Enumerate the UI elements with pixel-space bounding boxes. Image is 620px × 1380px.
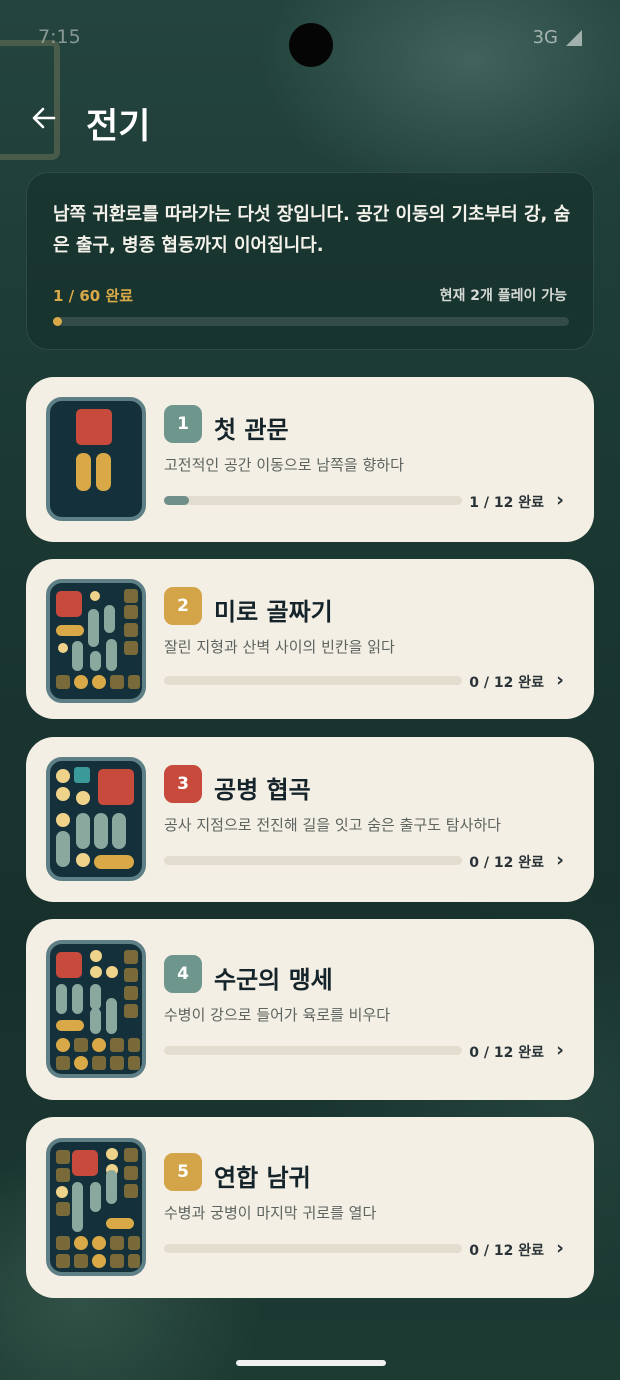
- chapter-progress-text: 0 / 12 완료: [469, 855, 544, 871]
- chapter-title: 첫 관문: [214, 416, 289, 444]
- chapter-progress-bar: [164, 1244, 462, 1253]
- chapter-title: 미로 골짜기: [214, 598, 333, 626]
- summary-progress-bar: [53, 317, 569, 326]
- chapter-subtitle: 잘린 지형과 산벽 사이의 빈칸을 읽다: [164, 638, 395, 656]
- chapter-thumbnail: [46, 1138, 146, 1276]
- chapter-thumbnail: [46, 397, 146, 521]
- chapter-number-badge: 1: [164, 405, 202, 443]
- signal-icon: [566, 30, 582, 46]
- network-label: 3G: [532, 27, 558, 48]
- chapter-card-2[interactable]: 2 미로 골짜기 잘린 지형과 산벽 사이의 빈칸을 읽다 0 / 12 완료 …: [26, 559, 594, 719]
- chevron-right-icon: ›: [556, 1237, 564, 1259]
- chevron-right-icon: ›: [556, 849, 564, 871]
- chapter-progress-bar: [164, 496, 462, 505]
- chapter-card-5[interactable]: 5 연합 남귀 수병과 궁병이 마지막 귀로를 열다 0 / 12 완료 ›: [26, 1117, 594, 1298]
- chapter-subtitle: 고전적인 공간 이동으로 남쪽을 향하다: [164, 456, 404, 474]
- status-bar: 7:15 3G: [0, 0, 620, 72]
- chapter-subtitle: 수병이 강으로 들어가 육로를 비우다: [164, 1006, 391, 1024]
- chapter-progress-bar: [164, 1046, 462, 1055]
- chevron-right-icon: ›: [556, 669, 564, 691]
- summary-playable: 현재 2개 플레이 가능: [439, 288, 567, 304]
- chapter-progress-text: 1 / 12 완료: [469, 495, 544, 511]
- chapter-subtitle: 수병과 궁병이 마지막 귀로를 열다: [164, 1204, 377, 1222]
- chapter-progress-bar: [164, 856, 462, 865]
- chapter-title: 공병 협곡: [214, 776, 311, 804]
- chevron-right-icon: ›: [556, 1039, 564, 1061]
- chapter-number-badge: 5: [164, 1153, 202, 1191]
- chapter-thumbnail: [46, 579, 146, 703]
- chapter-card-3[interactable]: 3 공병 협곡 공사 지점으로 전진해 길을 잇고 숨은 출구도 탐사하다 0 …: [26, 737, 594, 902]
- page-title: 전기: [86, 107, 151, 147]
- chapter-thumbnail: [46, 757, 146, 881]
- chapter-number-badge: 3: [164, 765, 202, 803]
- chevron-right-icon: ›: [556, 489, 564, 511]
- chapter-title: 수군의 맹세: [214, 966, 333, 994]
- campaign-summary: 남쪽 귀환로를 따라가는 다섯 장입니다. 공간 이동의 기초부터 강, 숨은 …: [26, 172, 594, 350]
- chapter-subtitle: 공사 지점으로 전진해 길을 잇고 숨은 출구도 탐사하다: [164, 816, 501, 834]
- chapter-number-badge: 4: [164, 955, 202, 993]
- summary-completed: 1 / 60 완료: [53, 287, 134, 305]
- chapter-number-badge: 2: [164, 587, 202, 625]
- camera-cutout: [289, 23, 333, 67]
- chapter-progress-text: 0 / 12 완료: [469, 1243, 544, 1259]
- chapter-progress-text: 0 / 12 완료: [469, 1045, 544, 1061]
- back-arrow-icon[interactable]: [30, 104, 58, 132]
- chapter-thumbnail: [46, 940, 146, 1078]
- chapter-card-4[interactable]: 4 수군의 맹세 수병이 강으로 들어가 육로를 비우다 0 / 12 완료 ›: [26, 919, 594, 1100]
- chapter-progress-bar: [164, 676, 462, 685]
- chapter-card-1[interactable]: 1 첫 관문 고전적인 공간 이동으로 남쪽을 향하다 1 / 12 완료 ›: [26, 377, 594, 542]
- home-indicator[interactable]: [236, 1360, 386, 1366]
- chapter-progress-text: 0 / 12 완료: [469, 675, 544, 691]
- summary-description: 남쪽 귀환로를 따라가는 다섯 장입니다. 공간 이동의 기초부터 강, 숨은 …: [53, 204, 571, 256]
- chapter-progress-fill: [164, 496, 189, 505]
- frame-decoration: [0, 40, 60, 160]
- summary-progress-fill: [53, 317, 62, 326]
- chapter-title: 연합 남귀: [214, 1164, 311, 1192]
